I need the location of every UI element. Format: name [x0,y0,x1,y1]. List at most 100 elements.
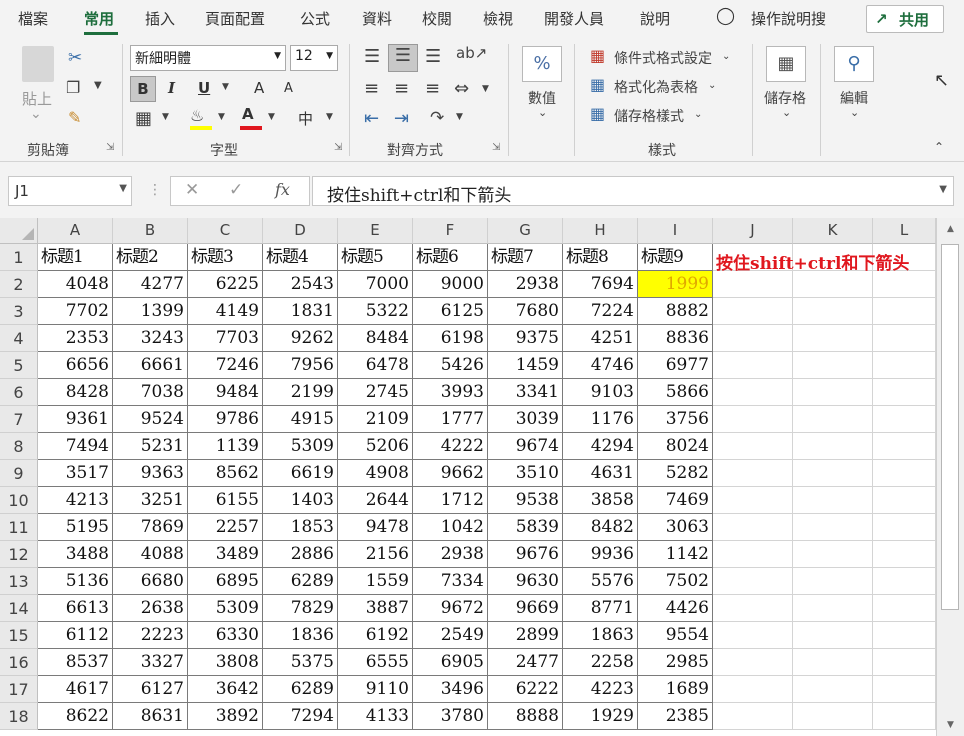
cell-a3[interactable]: 7702 [38,298,113,325]
cell-h3[interactable]: 7224 [563,298,638,325]
fill-color-icon[interactable]: ♨ [190,106,204,125]
cell-b12[interactable]: 4088 [113,541,188,568]
cell-h9[interactable]: 4631 [563,460,638,487]
cell-f12[interactable]: 2938 [413,541,488,568]
cell-i12[interactable]: 1142 [638,541,713,568]
cell-b2[interactable]: 4277 [113,271,188,298]
tab-page-layout[interactable]: 頁面配置 [205,8,265,29]
row-header-14[interactable]: 14 [0,595,38,622]
cell-h15[interactable]: 1863 [563,622,638,649]
cell-f2[interactable]: 9000 [413,271,488,298]
cell-d8[interactable]: 5309 [263,433,338,460]
select-all-button[interactable] [0,218,38,244]
cell-j17[interactable] [713,676,793,703]
cell-b4[interactable]: 3243 [113,325,188,352]
orientation-icon[interactable]: ab↗ [456,44,487,62]
cell-d16[interactable]: 5375 [263,649,338,676]
cell-j14[interactable] [713,595,793,622]
cell-l2[interactable] [873,271,936,298]
cell-i9[interactable]: 5282 [638,460,713,487]
cell-l11[interactable] [873,514,936,541]
cell-e7[interactable]: 2109 [338,406,413,433]
cell-d3[interactable]: 1831 [263,298,338,325]
font-color-button[interactable]: A [242,105,254,123]
cell-h5[interactable]: 4746 [563,352,638,379]
cell-j8[interactable] [713,433,793,460]
cell-j13[interactable] [713,568,793,595]
cell-c7[interactable]: 9786 [188,406,263,433]
borders-icon[interactable]: ▦ [135,108,152,129]
cell-k8[interactable] [793,433,873,460]
row-header-15[interactable]: 15 [0,622,38,649]
shrink-font-button[interactable]: A [284,81,293,96]
cell-k16[interactable] [793,649,873,676]
cell-c10[interactable]: 6155 [188,487,263,514]
cell-i1[interactable]: 标题9 [638,244,713,271]
cell-g6[interactable]: 3341 [488,379,563,406]
column-header-c[interactable]: C [188,218,263,244]
cell-e16[interactable]: 6555 [338,649,413,676]
cell-i13[interactable]: 7502 [638,568,713,595]
vertical-scrollbar[interactable]: ▲ ▼ [936,218,964,736]
cell-g4[interactable]: 9375 [488,325,563,352]
borders-dropdown-icon[interactable]: ▼ [162,112,169,122]
cell-j5[interactable] [713,352,793,379]
cell-j4[interactable] [713,325,793,352]
row-header-18[interactable]: 18 [0,703,38,730]
cell-f10[interactable]: 1712 [413,487,488,514]
enter-icon[interactable]: ✓ [229,180,243,200]
cell-a2[interactable]: 4048 [38,271,113,298]
cell-c14[interactable]: 5309 [188,595,263,622]
cell-k12[interactable] [793,541,873,568]
number-format-button[interactable]: 數值 [528,88,556,108]
cell-h16[interactable]: 2258 [563,649,638,676]
cell-a4[interactable]: 2353 [38,325,113,352]
cell-e10[interactable]: 2644 [338,487,413,514]
cell-j7[interactable] [713,406,793,433]
align-middle-icon[interactable]: ☰ [388,44,418,72]
cell-l16[interactable] [873,649,936,676]
column-header-l[interactable]: L [873,218,936,244]
cell-l3[interactable] [873,298,936,325]
cell-g9[interactable]: 3510 [488,460,563,487]
cell-c13[interactable]: 6895 [188,568,263,595]
cell-a1[interactable]: 标题1 [38,244,113,271]
font-name-select[interactable]: 新細明體 ▼ [130,45,286,71]
cell-b5[interactable]: 6661 [113,352,188,379]
cell-f4[interactable]: 6198 [413,325,488,352]
cell-b15[interactable]: 2223 [113,622,188,649]
cell-e17[interactable]: 9110 [338,676,413,703]
column-header-f[interactable]: F [413,218,488,244]
cell-k5[interactable] [793,352,873,379]
cell-l9[interactable] [873,460,936,487]
cell-d13[interactable]: 6289 [263,568,338,595]
number-dropdown-icon[interactable]: ⌄ [538,106,547,119]
decrease-indent-icon[interactable]: ⇤ [364,108,379,129]
increase-indent-icon[interactable]: ⇥ [394,108,409,129]
cell-d14[interactable]: 7829 [263,595,338,622]
cell-c16[interactable]: 3808 [188,649,263,676]
phonetic-dropdown-icon[interactable]: ▼ [326,112,333,122]
cell-e18[interactable]: 4133 [338,703,413,730]
cell-d6[interactable]: 2199 [263,379,338,406]
cell-a15[interactable]: 6112 [38,622,113,649]
cell-l12[interactable] [873,541,936,568]
cell-b13[interactable]: 6680 [113,568,188,595]
cell-c11[interactable]: 2257 [188,514,263,541]
tab-file[interactable]: 檔案 [18,8,48,29]
row-header-1[interactable]: 1 [0,244,38,271]
cell-c5[interactable]: 7246 [188,352,263,379]
cell-b6[interactable]: 7038 [113,379,188,406]
tab-help[interactable]: 說明 [640,8,670,29]
fill-dropdown-icon[interactable]: ▼ [218,112,225,122]
row-header-5[interactable]: 5 [0,352,38,379]
cell-k3[interactable] [793,298,873,325]
row-header-11[interactable]: 11 [0,514,38,541]
cell-e2[interactable]: 7000 [338,271,413,298]
format-as-table-button[interactable]: 格式化為表格 [614,77,698,97]
cell-g16[interactable]: 2477 [488,649,563,676]
cell-h13[interactable]: 5576 [563,568,638,595]
cell-d17[interactable]: 6289 [263,676,338,703]
cell-l18[interactable] [873,703,936,730]
cell-d18[interactable]: 7294 [263,703,338,730]
